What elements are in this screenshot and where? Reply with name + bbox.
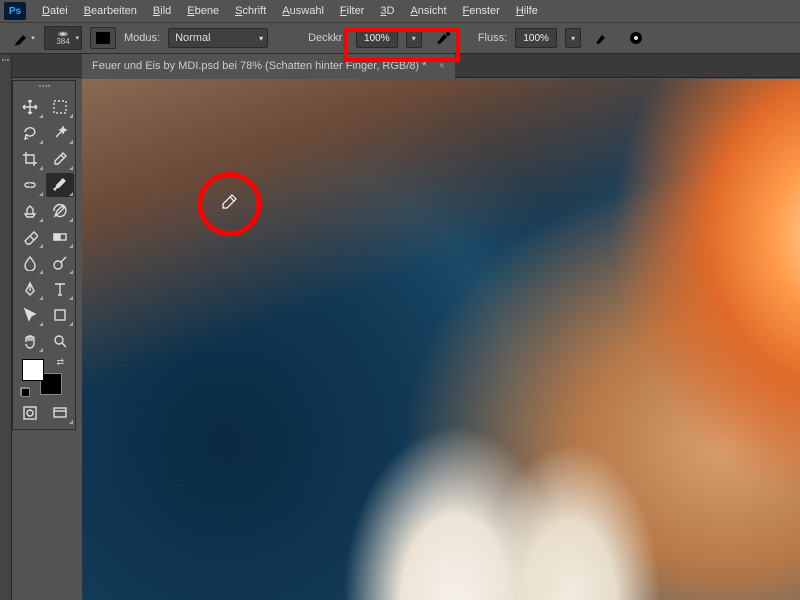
menu-datei[interactable]: Datei	[34, 2, 76, 20]
flow-label: Fluss:	[478, 32, 507, 44]
healing-brush-tool[interactable]	[16, 173, 44, 197]
menu-ansicht[interactable]: Ansicht	[402, 2, 454, 20]
app-logo-icon: Ps	[4, 2, 26, 20]
brush-preset-picker[interactable]: 384 ▾	[44, 26, 82, 50]
eyedropper-cursor-icon	[221, 194, 237, 213]
tablet-pressure-size-button[interactable]	[623, 27, 649, 49]
clone-stamp-tool[interactable]	[16, 199, 44, 223]
airbrush-button[interactable]	[589, 27, 615, 49]
screen-mode-button[interactable]	[46, 401, 74, 425]
tablet-pressure-opacity-button[interactable]	[430, 27, 456, 49]
menu-bearbeiten[interactable]: Bearbeiten	[76, 2, 145, 20]
opacity-input[interactable]: 100%	[356, 28, 398, 48]
brush-tool[interactable]	[46, 173, 74, 197]
menu-filter[interactable]: Filter	[332, 2, 372, 20]
move-tool[interactable]	[16, 95, 44, 119]
shape-tool[interactable]	[46, 303, 74, 327]
blend-mode-label: Modus:	[124, 32, 160, 44]
foreground-color-swatch[interactable]	[22, 359, 44, 381]
dodge-tool[interactable]	[46, 251, 74, 275]
menu-hilfe[interactable]: Hilfe	[508, 2, 546, 20]
hand-tool[interactable]	[16, 329, 44, 353]
flow-input[interactable]: 100%	[515, 28, 557, 48]
blur-tool[interactable]	[16, 251, 44, 275]
document-tab-bar: Feuer und Eis by MDI.psd bei 78% (Schatt…	[0, 54, 800, 78]
eraser-tool[interactable]	[16, 225, 44, 249]
left-dock-gutter	[0, 55, 12, 600]
menu-fenster[interactable]: Fenster	[455, 2, 508, 20]
gradient-tool[interactable]	[46, 225, 74, 249]
history-brush-tool[interactable]	[46, 199, 74, 223]
brush-size-label: 384	[56, 37, 69, 46]
options-bar: ▾ 384 ▾ Modus: Normal ▾ Deckkr.: 100% ▾ …	[0, 22, 800, 54]
canvas-image	[82, 79, 800, 600]
eyedropper-tool[interactable]	[46, 147, 74, 171]
document-tab-title: Feuer und Eis by MDI.psd bei 78% (Schatt…	[92, 60, 426, 72]
canvas-viewport[interactable]	[82, 79, 800, 600]
magic-wand-tool[interactable]	[46, 121, 74, 145]
document-tab[interactable]: Feuer und Eis by MDI.psd bei 78% (Schatt…	[82, 54, 455, 78]
zoom-tool[interactable]	[46, 329, 74, 353]
marquee-tool[interactable]	[46, 95, 74, 119]
menu-3d[interactable]: 3D	[372, 2, 402, 20]
opacity-dropdown-button[interactable]: ▾	[406, 28, 422, 48]
menu-auswahl[interactable]: Auswahl	[274, 2, 332, 20]
tools-panel: ⇄	[12, 80, 76, 430]
tool-preset-icon[interactable]: ▾	[12, 28, 36, 48]
close-icon[interactable]: ×	[432, 60, 444, 72]
crop-tool[interactable]	[16, 147, 44, 171]
lasso-tool[interactable]	[16, 121, 44, 145]
flow-dropdown-button[interactable]: ▾	[565, 28, 581, 48]
swap-colors-icon[interactable]: ⇄	[56, 357, 64, 368]
opacity-label: Deckkr.:	[308, 32, 348, 44]
menu-schrift[interactable]: Schrift	[227, 2, 274, 20]
menu-bar: Ps DateiBearbeitenBildEbeneSchriftAuswah…	[0, 0, 800, 22]
pen-tool[interactable]	[16, 277, 44, 301]
quick-mask-button[interactable]	[16, 401, 44, 425]
blend-mode-select[interactable]: Normal ▾	[168, 28, 268, 48]
menu-bild[interactable]: Bild	[145, 2, 179, 20]
color-swatches[interactable]: ⇄	[22, 359, 62, 395]
panel-grip-icon[interactable]	[16, 85, 72, 93]
menu-ebene[interactable]: Ebene	[179, 2, 227, 20]
type-tool[interactable]	[46, 277, 74, 301]
brush-panel-toggle-button[interactable]	[90, 27, 116, 49]
path-selection-tool[interactable]	[16, 303, 44, 327]
default-colors-icon[interactable]	[20, 387, 30, 397]
